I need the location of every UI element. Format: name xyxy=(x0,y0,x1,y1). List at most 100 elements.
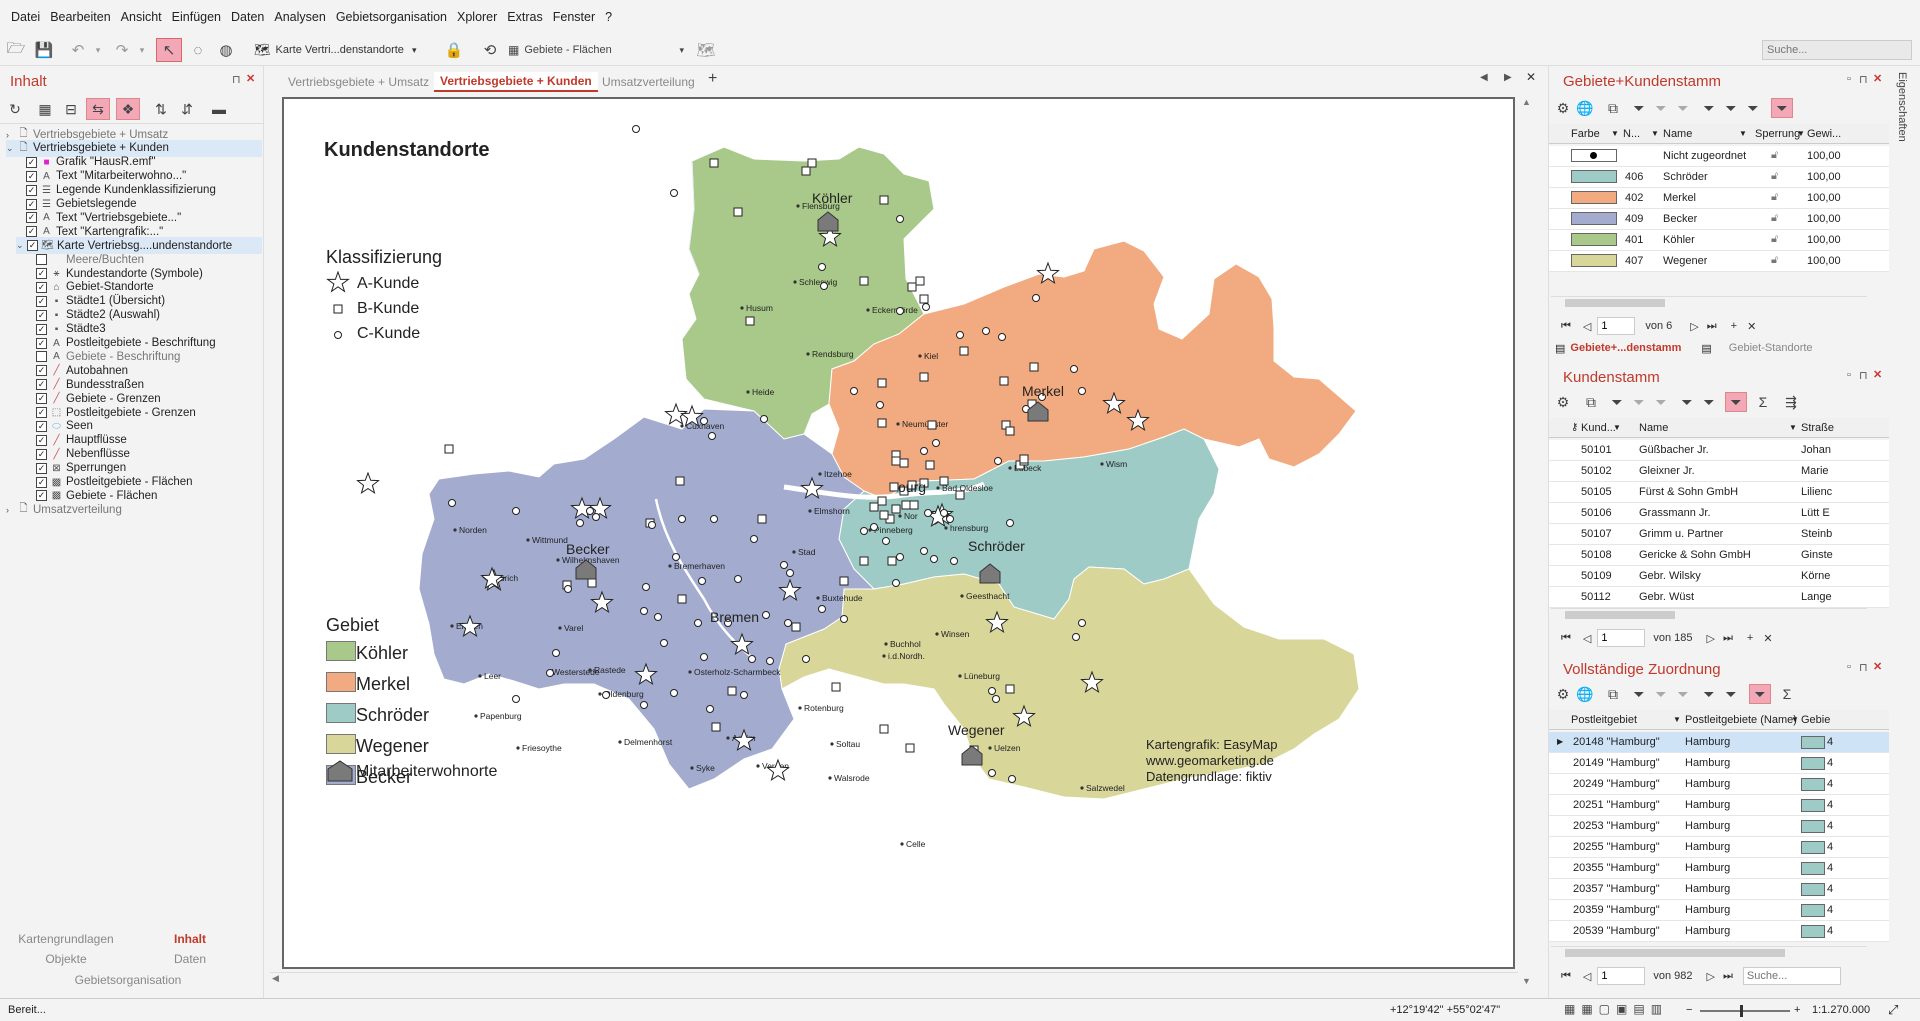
color-swatch[interactable] xyxy=(1571,170,1617,183)
c-kunde-circle-icon[interactable] xyxy=(632,125,640,133)
c-kunde-circle-icon[interactable] xyxy=(766,657,774,665)
col-strasse[interactable]: Straße xyxy=(1801,422,1834,434)
copy-icon[interactable]: ⧉ xyxy=(1603,98,1623,118)
table-row[interactable]: 50112 Gebr. Wüst Lange xyxy=(1549,587,1889,608)
b-kunde-square-icon[interactable] xyxy=(444,444,454,454)
checkbox[interactable]: ✓ xyxy=(26,170,37,182)
lock-icon[interactable]: 🔓︎ xyxy=(1771,149,1778,162)
globe-icon[interactable]: 🌐 xyxy=(1575,684,1595,704)
col-farbe[interactable]: Farbe xyxy=(1571,128,1600,140)
b-kunde-square-icon[interactable] xyxy=(879,195,889,205)
c-kunde-circle-icon[interactable] xyxy=(1072,633,1080,641)
pin-icon[interactable]: ⊓ xyxy=(232,73,241,86)
filter-clear-icon[interactable]: ⏷ xyxy=(1651,684,1671,704)
table-row[interactable]: 50101 Güßbacher Jr. Johan xyxy=(1549,440,1889,461)
c-kunde-circle-icon[interactable] xyxy=(786,569,794,577)
table-row[interactable]: 20359 "Hamburg" Hamburg 4 xyxy=(1549,900,1889,921)
checkbox[interactable]: ✓ xyxy=(26,156,37,168)
pin-icon[interactable]: ⊓ xyxy=(1859,369,1868,382)
map-hscrollbar[interactable]: ◀ xyxy=(270,972,1518,986)
lock-icon[interactable]: 🔓︎ xyxy=(1771,212,1778,225)
menu-item[interactable]: Gebietsorganisation xyxy=(331,10,452,24)
col-nr[interactable]: N... xyxy=(1623,128,1640,140)
c-kunde-circle-icon[interactable] xyxy=(642,583,650,591)
c-kunde-circle-icon[interactable] xyxy=(750,535,758,543)
b-kunde-square-icon[interactable] xyxy=(831,682,841,692)
filter-select-icon[interactable]: ⏷ xyxy=(1677,392,1697,412)
lock-icon[interactable]: 🔓︎ xyxy=(1771,254,1778,267)
table-row[interactable]: Nicht zugeordnet 🔓︎ 100,00 xyxy=(1549,146,1889,167)
filter-map-icon[interactable]: ⏷ xyxy=(1721,684,1741,704)
table-row[interactable]: 20149 "Hamburg" Hamburg 4 xyxy=(1549,753,1889,774)
sync-filter-icon[interactable]: ⏷ xyxy=(1749,684,1771,704)
checkbox[interactable]: ✓ xyxy=(36,420,47,432)
checkbox[interactable]: ✓ xyxy=(36,434,47,446)
undo-dropdown-icon[interactable]: ▾ xyxy=(92,38,104,62)
zoom-slider-thumb[interactable] xyxy=(1740,1005,1743,1017)
checkbox[interactable]: ✓ xyxy=(36,365,47,377)
filter-icon[interactable]: ⏷ xyxy=(1629,98,1649,118)
c-kunde-circle-icon[interactable] xyxy=(818,605,826,613)
col-name[interactable]: Name xyxy=(1663,128,1692,140)
b-kunde-square-icon[interactable] xyxy=(1005,684,1015,694)
c-kunde-circle-icon[interactable] xyxy=(710,515,718,523)
global-search-input[interactable] xyxy=(1762,40,1912,60)
b-kunde-square-icon[interactable] xyxy=(919,294,929,304)
scroll-down-icon[interactable]: ▼ xyxy=(1522,976,1531,986)
table-row[interactable]: 407 Wegener 🔓︎ 100,00 xyxy=(1549,251,1889,272)
tab-scroll-left-icon[interactable]: ◀ xyxy=(1480,72,1488,83)
c-kunde-circle-icon[interactable] xyxy=(840,615,848,623)
color-swatch[interactable] xyxy=(1571,254,1617,267)
b-kunde-square-icon[interactable] xyxy=(733,207,743,217)
last-page-icon[interactable]: ⏭ xyxy=(1723,632,1733,645)
c-kunde-circle-icon[interactable] xyxy=(920,547,928,555)
tab-daten[interactable]: Daten xyxy=(130,952,250,966)
c-kunde-circle-icon[interactable] xyxy=(876,401,884,409)
tab-gebiete-kundenstamm[interactable]: Gebiete+...denstamm xyxy=(1570,342,1681,354)
c-kunde-circle-icon[interactable] xyxy=(660,639,668,647)
table-row[interactable]: 20253 "Hamburg" Hamburg 4 xyxy=(1549,816,1889,837)
close-icon[interactable]: ✕ xyxy=(246,72,255,85)
b-kunde-square-icon[interactable] xyxy=(877,378,887,388)
c-kunde-circle-icon[interactable] xyxy=(734,575,742,583)
b-kunde-square-icon[interactable] xyxy=(907,282,917,292)
lasso-add-icon[interactable]: ◍ xyxy=(214,38,238,62)
b-kunde-square-icon[interactable] xyxy=(587,578,597,588)
c-kunde-circle-icon[interactable] xyxy=(564,585,572,593)
refresh-icon[interactable]: ↻ xyxy=(4,98,26,120)
first-page-icon[interactable]: ⏮ xyxy=(1561,320,1571,333)
layers-icon[interactable]: ❖ xyxy=(116,98,140,120)
b-kunde-square-icon[interactable] xyxy=(869,502,879,512)
table-row[interactable]: 406 Schröder 🔓︎ 100,00 xyxy=(1549,167,1889,188)
c-kunde-circle-icon[interactable] xyxy=(512,695,520,703)
menu-item[interactable]: ? xyxy=(600,10,617,24)
checkbox[interactable]: ✓ xyxy=(36,476,47,488)
b-kunde-square-icon[interactable] xyxy=(925,460,935,470)
add-row-icon[interactable]: + xyxy=(1747,632,1753,644)
c-kunde-circle-icon[interactable] xyxy=(552,649,560,657)
page-input[interactable] xyxy=(1597,967,1646,985)
c-kunde-circle-icon[interactable] xyxy=(896,307,904,315)
close-icon[interactable]: ✕ xyxy=(1873,368,1882,381)
c-kunde-circle-icon[interactable] xyxy=(882,537,890,545)
map-svg[interactable]: FlensburgSchleswigHusum EckernfördeRendsb… xyxy=(284,99,1513,967)
fit-view-icon[interactable]: ⤢ xyxy=(1888,1002,1898,1018)
a-kunde-star-icon[interactable] xyxy=(356,471,380,495)
checkbox[interactable]: ✓ xyxy=(36,393,47,405)
col-plz-name[interactable]: Postleitgebiete (Name) xyxy=(1685,714,1797,726)
color-swatch[interactable] xyxy=(1571,233,1617,246)
chevron-right-icon[interactable]: › xyxy=(6,505,16,515)
checkbox[interactable]: ✓ xyxy=(36,323,47,335)
b-kunde-square-icon[interactable] xyxy=(675,476,685,486)
menu-item[interactable]: Analysen xyxy=(269,10,330,24)
checkbox[interactable]: ✓ xyxy=(26,212,37,224)
c-kunde-circle-icon[interactable] xyxy=(860,527,868,535)
link-icon[interactable]: ⇆ xyxy=(86,98,110,120)
checkbox[interactable] xyxy=(36,351,47,363)
doc-tab-umsatz[interactable]: Vertriebsgebiete + Umsatz xyxy=(282,72,435,92)
c-kunde-circle-icon[interactable] xyxy=(694,619,702,627)
c-kunde-circle-icon[interactable] xyxy=(640,607,648,615)
table-row[interactable]: 402 Merkel 🔓︎ 100,00 xyxy=(1549,188,1889,209)
b-kunde-square-icon[interactable] xyxy=(891,456,901,466)
col-postleitgebiet[interactable]: Postleitgebiet xyxy=(1571,714,1637,726)
